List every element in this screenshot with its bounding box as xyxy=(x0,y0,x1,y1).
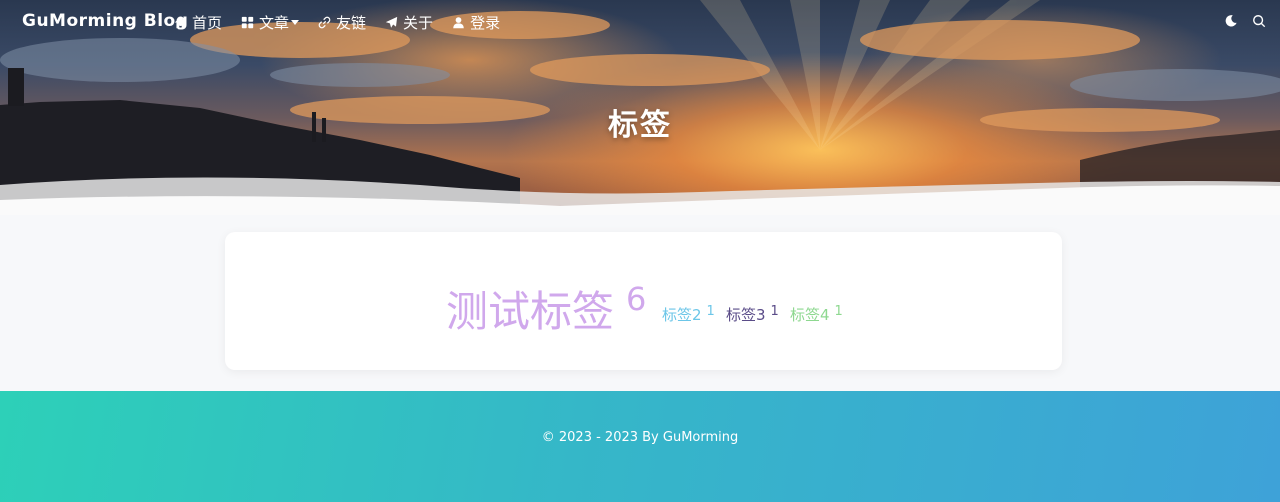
tag-link[interactable]: 标签3 1 xyxy=(726,304,779,325)
tag-count: 1 xyxy=(834,304,843,319)
tag-name: 标签3 xyxy=(726,306,766,324)
nav-item-label: 友链 xyxy=(336,14,367,32)
nav-item-login[interactable]: 登录 xyxy=(452,12,500,33)
grid-icon xyxy=(241,16,254,29)
tag-name: 标签4 xyxy=(790,306,830,324)
link-icon xyxy=(318,16,331,29)
caret-down-icon xyxy=(291,20,300,25)
nav-item-label: 首页 xyxy=(192,14,223,32)
tag-count: 1 xyxy=(770,304,779,319)
nav-item-label: 登录 xyxy=(470,14,501,32)
copyright-text: © 2023 - 2023 By GuMorming xyxy=(541,430,739,445)
site-brand[interactable]: GuMorming Blog xyxy=(22,11,188,31)
tag-name: 标签2 xyxy=(662,306,702,324)
tag-link[interactable]: 标签2 1 xyxy=(662,304,715,325)
search-icon[interactable] xyxy=(1252,14,1266,28)
tag-link[interactable]: 测试标签 6 xyxy=(446,278,646,339)
nav-item-label: 文章 xyxy=(259,14,290,32)
nav-item-articles[interactable]: 文章 xyxy=(241,12,300,33)
nav-item-home[interactable]: 首页 xyxy=(174,12,222,33)
user-icon xyxy=(453,17,464,29)
moon-icon[interactable] xyxy=(1224,14,1238,28)
nav-item-label: 关于 xyxy=(403,14,434,32)
nav-item-links[interactable]: 友链 xyxy=(318,12,366,33)
tag-count: 6 xyxy=(626,280,647,318)
site-footer: © 2023 - 2023 By GuMorming xyxy=(0,391,1280,502)
tag-count: 1 xyxy=(706,304,715,319)
top-navbar: GuMorming Blog 首页 文章 友链 关于 登录 xyxy=(0,0,1280,44)
tag-name: 测试标签 xyxy=(446,287,615,336)
nav-right-actions xyxy=(1224,14,1266,28)
tag-cloud-card: 测试标签 6 标签2 1 标签3 1 标签4 1 xyxy=(225,232,1062,370)
nav-menu: 首页 文章 友链 关于 登录 xyxy=(174,12,519,33)
page-title: 标签 xyxy=(608,108,672,143)
nav-item-about[interactable]: 关于 xyxy=(385,12,433,33)
paper-plane-icon xyxy=(385,16,398,28)
home-icon xyxy=(174,16,187,29)
tag-link[interactable]: 标签4 1 xyxy=(790,304,843,325)
